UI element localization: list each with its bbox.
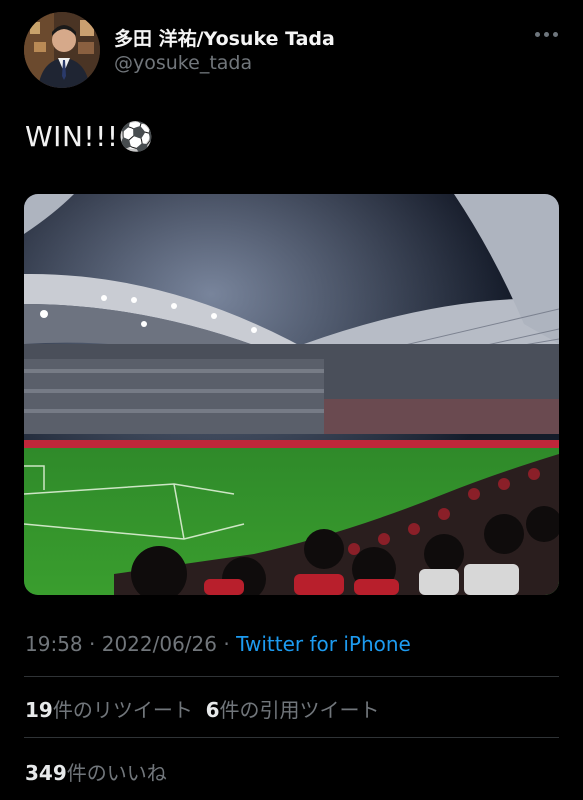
author-handle[interactable]: @yosuke_tada [114,52,252,74]
quotes-stat[interactable]: 6件の引用ツイート [206,694,380,723]
dot [543,31,549,37]
more-dots-icon[interactable] [533,26,559,42]
tweet-date[interactable]: 2022/06/26 [102,632,217,656]
tweet-header: 多田 洋祐/Yosuke Tada @yosuke_tada [24,12,559,88]
dot [552,31,558,37]
meta-separator: · [217,632,237,656]
dot [534,31,540,37]
stats-row-likes: 349件のいいね [25,757,167,786]
retweets-label: 件のリツイート [52,698,193,722]
tweet-text: WIN!!!⚽ [25,120,154,153]
likes-label: 件のいいね [66,761,167,785]
divider [24,737,559,738]
tweet-source-link[interactable]: Twitter for iPhone [236,632,411,656]
retweets-count: 19 [25,698,53,722]
author-name[interactable]: 多田 洋祐/Yosuke Tada [114,24,335,51]
stats-row-retweets: 19件のリツイート 6件の引用ツイート [25,694,379,723]
tweet-time[interactable]: 19:58 [25,632,83,656]
avatar[interactable] [24,12,100,88]
tweet-meta: 19:58 · 2022/06/26 · Twitter for iPhone [25,632,411,656]
quotes-count: 6 [205,698,220,722]
quotes-label: 件の引用ツイート [219,698,380,722]
tweet-photo[interactable] [24,194,559,595]
divider [24,676,559,677]
likes-count: 349 [25,761,67,785]
retweets-stat[interactable]: 19件のリツイート [25,694,193,723]
likes-stat[interactable]: 349件のいいね [25,757,167,786]
meta-separator: · [82,632,102,656]
